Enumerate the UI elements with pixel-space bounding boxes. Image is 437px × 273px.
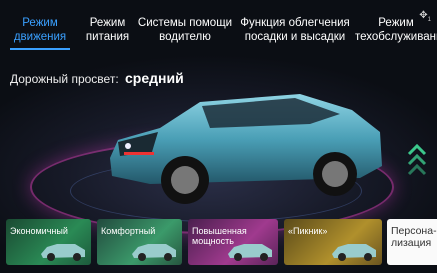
top-tab-bar: Режим движения Режим питания Системы пом…	[0, 0, 437, 60]
tab-power-mode[interactable]: Режим питания	[80, 0, 135, 60]
tab-easy-entry[interactable]: Функция облегчения посадки и высадки	[235, 0, 355, 60]
car-thumbnail	[41, 244, 85, 261]
car-thumbnail	[228, 244, 272, 261]
mode-label: Экономичный	[10, 226, 68, 236]
tab-driver-assist[interactable]: Системы помощи водителю	[135, 0, 235, 60]
mode-sport-card[interactable]: Повышенная мощность	[188, 219, 278, 265]
mode-label: Комфортный	[101, 226, 156, 236]
tab-label-line2: посадки и высадки	[244, 31, 346, 43]
settings-button[interactable]: ✥1	[419, 10, 431, 23]
tab-label-line2: движения	[13, 31, 67, 43]
mode-picnic-card[interactable]: «Пикник»	[284, 219, 382, 265]
mode-label-line1: Персона-	[391, 225, 437, 237]
tab-label-line2: питания	[85, 31, 130, 43]
mode-label-line1: Повышенная	[192, 226, 247, 236]
drive-mode-screen: Режим движения Режим питания Системы пом…	[0, 0, 437, 273]
mode-label: Персона-лизация	[391, 225, 437, 249]
mode-economy-card[interactable]: Экономичный	[6, 219, 91, 265]
mode-personalization-card[interactable]: Персона-лизация	[387, 219, 437, 265]
car-illustration	[110, 94, 382, 204]
tab-label-line1: Режим	[22, 17, 58, 29]
mode-label-line2: лизация	[391, 237, 432, 249]
settings-badge: 1	[427, 17, 431, 23]
chevron-up-icon[interactable]	[407, 140, 427, 180]
tab-service-mode[interactable]: Режим техобслуживания	[355, 0, 437, 60]
gear-icon: ✥	[419, 10, 428, 21]
mode-label: «Пикник»	[288, 226, 328, 236]
drive-mode-selector: Экономичный Комфортный Повышенная мощност…	[0, 219, 437, 273]
tab-label-line2: техобслуживания	[355, 31, 437, 43]
car-thumbnail	[132, 244, 176, 261]
tab-label-line1: Функция облегчения	[240, 17, 350, 29]
mode-comfort-card[interactable]: Комфортный	[97, 219, 182, 265]
car-thumbnail	[332, 244, 376, 261]
tab-label-line1: Режим	[89, 17, 126, 29]
tab-label-line1: Системы помощи	[137, 17, 233, 29]
tab-drive-mode[interactable]: Режим движения	[0, 0, 80, 60]
tab-label-line2: водителю	[159, 31, 211, 43]
